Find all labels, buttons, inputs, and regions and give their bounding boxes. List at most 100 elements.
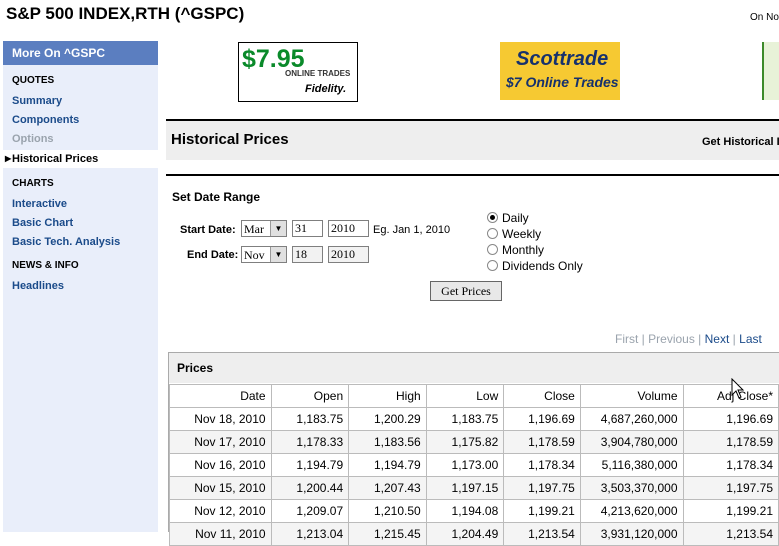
cell-volume: 3,503,370,000 [579,476,684,500]
radio-monthly[interactable]: Monthly [487,243,544,257]
pagination-next[interactable]: Next [705,332,730,346]
pagination-first: First [615,332,639,346]
table-row: Nov 18, 2010 1,183.75 1,200.29 1,183.75 … [169,407,779,431]
radio-selected-icon [487,212,498,223]
ad-tagline: ONLINE TRADES [285,69,351,78]
cell-low: 1,175.82 [425,430,505,454]
prices-title: Prices [177,361,214,375]
table-header-row: Date Open High Low Close Volume Adj Clos… [169,384,779,408]
sidebar-section-charts: CHARTS [12,178,54,189]
radio-label: Daily [502,211,529,225]
end-date-label: End Date: [187,249,239,261]
table-row: Nov 16, 2010 1,194.79 1,194.79 1,173.00 … [169,453,779,477]
cell-open: 1,213.04 [270,522,350,546]
radio-label: Dividends Only [502,259,583,273]
cell-adj-close: 1,178.34 [682,453,779,477]
ad-brand: Scottrade [516,48,609,70]
sidebar-item-interactive[interactable]: Interactive [3,198,67,210]
sidebar-section-quotes: QUOTES [12,75,55,86]
radio-unselected-icon [487,244,498,255]
table-row: Nov 12, 2010 1,209.07 1,210.50 1,194.08 … [169,499,779,523]
radio-weekly[interactable]: Weekly [487,227,541,241]
pagination-previous: Previous [648,332,695,346]
start-date-label: Start Date: [180,224,236,236]
sidebar-item-summary[interactable]: Summary [3,95,62,107]
cell-adj-close: 1,197.75 [682,476,779,500]
sidebar-section-news: NEWS & INFO [12,260,79,271]
sidebar-item-basic-chart[interactable]: Basic Chart [3,217,73,229]
third-ad-banner[interactable] [762,42,779,100]
cell-close: 1,199.21 [503,499,581,523]
cell-volume: 4,213,620,000 [579,499,684,523]
cell-low: 1,183.75 [425,407,505,431]
radio-unselected-icon [487,228,498,239]
cell-high: 1,210.50 [348,499,427,523]
pagination-last[interactable]: Last [739,332,762,346]
sidebar-item-historical-prices[interactable]: ▶ Historical Prices [3,150,158,168]
cell-high: 1,183.56 [348,430,427,454]
end-month-select[interactable]: Nov ▼ [241,246,287,263]
cell-open: 1,178.33 [270,430,350,454]
sidebar-item-label: Historical Prices [12,153,99,165]
mouse-cursor-icon [731,378,745,399]
cell-close: 1,178.34 [503,453,581,477]
arrow-right-icon: ▶ [5,154,12,163]
cell-open: 1,200.44 [270,476,350,500]
get-historical-link[interactable]: Get Historical I [702,136,779,148]
sidebar: More On ^GSPC QUOTES Summary Components … [3,41,158,532]
cell-close: 1,196.69 [503,407,581,431]
column-header-open: Open [270,384,350,408]
chevron-down-icon: ▼ [270,247,286,262]
ad-brand: Fidelity. [305,83,347,95]
radio-daily[interactable]: Daily [487,211,529,225]
cell-adj-close: 1,199.21 [682,499,779,523]
sidebar-item-headlines[interactable]: Headlines [3,280,64,292]
end-day-field[interactable]: 18 [292,246,323,263]
cell-volume: 5,116,380,000 [579,453,684,477]
cell-close: 1,213.54 [503,522,581,546]
cell-high: 1,215.45 [348,522,427,546]
pagination-separator: | [698,332,702,346]
sidebar-item-options: Options [12,133,54,145]
column-header-high: High [348,384,427,408]
column-header-close: Close [503,384,581,408]
date-example-hint: Eg. Jan 1, 2010 [373,224,451,236]
sidebar-heading[interactable]: More On ^GSPC [3,41,158,65]
start-month-select[interactable]: Mar ▼ [241,220,287,237]
start-month-value: Mar [244,222,264,236]
cell-low: 1,197.15 [425,476,505,500]
cell-open: 1,183.75 [270,407,350,431]
end-year-field[interactable]: 2010 [328,246,369,263]
table-row: Nov 15, 2010 1,200.44 1,207.43 1,197.15 … [169,476,779,500]
cell-date: Nov 12, 2010 [169,499,272,523]
column-header-volume: Volume [579,384,684,408]
start-year-field[interactable]: 2010 [328,220,369,237]
divider [166,174,779,176]
cell-date: Nov 17, 2010 [169,430,272,454]
cell-close: 1,197.75 [503,476,581,500]
radio-unselected-icon [487,260,498,271]
cell-high: 1,207.43 [348,476,427,500]
cell-adj-close: 1,196.69 [682,407,779,431]
cell-low: 1,173.00 [425,453,505,477]
cell-high: 1,194.79 [348,453,427,477]
cell-open: 1,209.07 [270,499,350,523]
sidebar-item-components[interactable]: Components [3,114,79,126]
start-day-field[interactable]: 31 [292,220,323,237]
scottrade-ad-banner[interactable]: Scottrade $7 Online Trades [500,42,620,100]
ad-tagline: $7 Online Trades [506,74,619,90]
cell-volume: 3,931,120,000 [579,522,684,546]
cell-date: Nov 18, 2010 [169,407,272,431]
radio-label: Weekly [502,227,542,241]
radio-dividends-only[interactable]: Dividends Only [487,259,583,273]
cell-volume: 3,904,780,000 [579,430,684,454]
pagination: First | Previous | Next | Last [615,332,762,346]
fidelity-ad-banner[interactable]: $7.95 ONLINE TRADES Fidelity. [238,42,358,102]
cell-date: Nov 11, 2010 [169,522,272,546]
get-prices-button[interactable]: Get Prices [430,281,502,301]
column-header-low: Low [425,384,505,408]
sidebar-item-basic-tech-analysis[interactable]: Basic Tech. Analysis [3,236,120,248]
cell-date: Nov 16, 2010 [169,453,272,477]
page-title: S&P 500 INDEX,RTH (^GSPC) [6,4,245,23]
cell-close: 1,178.59 [503,430,581,454]
